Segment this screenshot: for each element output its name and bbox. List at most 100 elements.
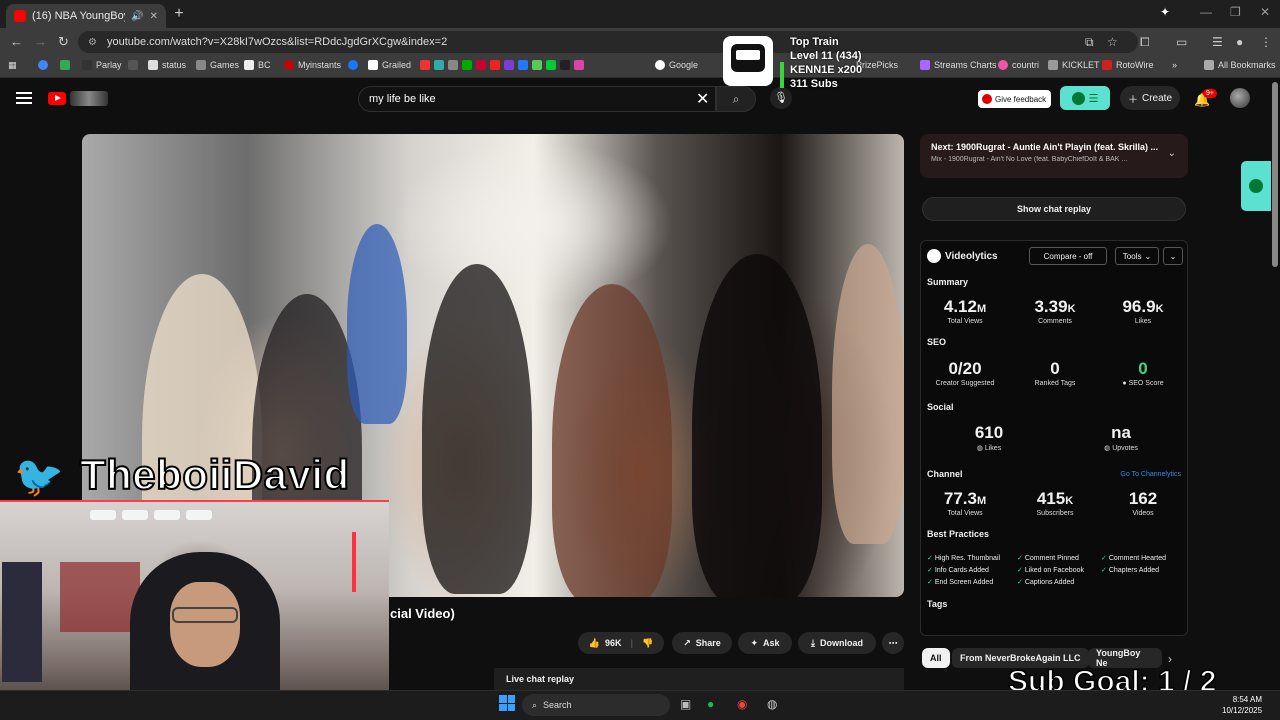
tab-audio-icon[interactable]: 🔊: [131, 11, 143, 22]
new-tab-button[interactable]: +: [170, 5, 188, 23]
bookmark-facebook-icon[interactable]: [348, 60, 358, 70]
twitter-handle: TheboiiDavid: [79, 450, 350, 499]
stat-comments: 3.39K Comments: [1034, 297, 1076, 325]
minimize-button[interactable]: —: [1200, 5, 1212, 19]
voice-search-button[interactable]: 🎙: [770, 87, 792, 109]
bookmark-kicklet[interactable]: KICKLET: [1048, 60, 1100, 70]
thumbs-down-icon[interactable]: 👎: [642, 638, 653, 649]
vidiq-small-logo-icon: ●: [1122, 380, 1127, 387]
taskbar-search[interactable]: ⌕ Search: [522, 694, 670, 716]
system-clock[interactable]: 8:54 AM 10/12/2025: [1222, 694, 1262, 716]
apps-grid-icon[interactable]: ▦: [8, 60, 17, 71]
bookmark-streams-charts[interactable]: Streams Charts: [920, 60, 997, 70]
windows-start-icon[interactable]: [499, 695, 515, 711]
bookmark-countri[interactable]: countri: [998, 60, 1039, 70]
stat-total-views: 4.12M Total Views: [943, 297, 987, 325]
bookmark-star-icon[interactable]: ☆: [1107, 35, 1118, 49]
led-strip: [352, 532, 356, 592]
up-next-card[interactable]: Next: 1900Rugrat - Auntie Ain't Playin (…: [920, 134, 1188, 178]
stat-channel-views: 77.3M Total Views: [943, 489, 987, 517]
bookmarks-overflow-icon[interactable]: »: [1172, 60, 1177, 70]
top-train-overlay: Top Train Level 11 (434) KENN1E x200 311…: [790, 36, 863, 90]
live-chat-replay-header[interactable]: Live chat replay: [494, 668, 904, 690]
share-button[interactable]: ↗ Share: [672, 632, 732, 654]
collapse-panel-button[interactable]: ⌄: [1163, 247, 1183, 265]
notification-count-badge: 9+: [1203, 89, 1217, 98]
more-actions-button[interactable]: ⋯: [882, 632, 904, 654]
create-button[interactable]: ＋ Create: [1120, 86, 1180, 110]
bookmark-google[interactable]: Google: [655, 60, 698, 70]
close-window-button[interactable]: ✕: [1260, 5, 1270, 19]
bookmark-parlay[interactable]: Parlay: [82, 60, 122, 70]
bookmark-games[interactable]: Games: [196, 60, 239, 70]
tools-dropdown[interactable]: Tools ⌄: [1115, 247, 1159, 265]
hex-light: [122, 510, 148, 520]
bookmark-chrome-icon[interactable]: [38, 60, 48, 70]
stat-likes: 96.9K Likes: [1122, 297, 1164, 325]
bookmark-status[interactable]: status: [148, 60, 186, 70]
summary-heading: Summary: [927, 277, 969, 287]
back-button[interactable]: ←: [10, 34, 23, 49]
forward-button[interactable]: →: [34, 34, 47, 49]
chip-scroll-right-icon[interactable]: ›: [1168, 652, 1172, 666]
plus-icon: ＋: [1127, 94, 1138, 106]
chip-all[interactable]: All: [922, 648, 950, 668]
vidiq-side-button[interactable]: [1241, 161, 1271, 211]
all-bookmarks[interactable]: All Bookmarks: [1204, 60, 1276, 70]
browser-tab[interactable]: (16) NBA YoungBoy & Meli 🔊 ✕: [6, 4, 166, 28]
chrome-menu-icon[interactable]: ⋮: [1260, 35, 1272, 49]
reading-list-icon[interactable]: ☰: [1212, 35, 1223, 49]
vidiq-toolbar-button[interactable]: ☰: [1060, 86, 1110, 110]
clear-search-icon[interactable]: ✕: [696, 89, 709, 109]
menu-hamburger-icon[interactable]: [16, 92, 32, 104]
like-count: 96K: [604, 638, 622, 648]
chevron-down-icon: ⌄: [1169, 251, 1177, 261]
app-icon[interactable]: ◍: [767, 697, 777, 711]
spotify-icon[interactable]: ●: [707, 697, 714, 711]
bookmark-tab-icon[interactable]: [60, 60, 70, 70]
like-dislike-group[interactable]: 👍 96K | 👎: [578, 632, 664, 654]
stat-channel-videos: 162 Videos: [1128, 489, 1158, 517]
give-feedback-button[interactable]: Give feedback: [978, 90, 1051, 108]
bookmark-rotowire[interactable]: RotoWire: [1102, 60, 1154, 70]
tags-heading: Tags: [927, 599, 948, 609]
extensions-icon[interactable]: ⧠: [1140, 35, 1150, 50]
thumbs-up-icon[interactable]: 👍: [589, 638, 600, 649]
chrome-icon[interactable]: ◉: [737, 697, 747, 711]
reload-button[interactable]: ↻: [58, 34, 69, 50]
download-button[interactable]: ⤓ Download: [798, 632, 876, 654]
account-avatar[interactable]: [1230, 88, 1250, 108]
maximize-button[interactable]: ❐: [1230, 5, 1241, 19]
bookmarks-bar: ▦ Parlay status Games BC Myinstants Grai…: [0, 56, 1280, 78]
omnibox[interactable]: ⚙ youtube.com/watch?v=X28kI7wOzcs&list=R…: [78, 31, 1138, 53]
task-view-icon[interactable]: ▣: [680, 697, 691, 711]
page-scrollbar[interactable]: [1272, 82, 1278, 267]
bookmark-x-icon[interactable]: [128, 60, 138, 70]
show-chat-replay-button[interactable]: Show chat replay: [922, 197, 1186, 221]
bookmark-grailed[interactable]: Grailed: [368, 60, 411, 70]
stat-upvotes: na ◍ Upvotes: [1104, 423, 1138, 452]
side-panel-icon[interactable]: ▭: [1176, 35, 1187, 49]
site-info-icon[interactable]: ⚙: [88, 37, 97, 48]
reddit-icon: ◍: [1104, 445, 1111, 452]
bookmark-misc-icons[interactable]: [420, 60, 584, 70]
profile-icon[interactable]: ●: [1236, 35, 1243, 49]
search-input[interactable]: my life be like: [358, 86, 716, 112]
download-icon: ⤓: [811, 637, 815, 648]
bookmark-prizepicks[interactable]: PrizePicks: [856, 60, 898, 70]
ask-button[interactable]: ✦ Ask: [738, 632, 792, 654]
vidiq-logo-icon: [1071, 91, 1085, 105]
youtube-logo-icon[interactable]: [48, 92, 66, 105]
share-icon: ↗: [683, 637, 691, 648]
youtube-logo-text[interactable]: [70, 91, 108, 106]
search-button[interactable]: ⌕: [716, 86, 756, 112]
go-to-channelytics-link[interactable]: Go To Channelytics: [1120, 471, 1181, 478]
videolytics-header: Videolytics: [927, 249, 998, 263]
gemini-icon[interactable]: ✦: [1160, 5, 1170, 19]
tab-close-icon[interactable]: ✕: [150, 11, 158, 22]
compare-toggle[interactable]: Compare - off: [1029, 247, 1107, 265]
chevron-down-icon[interactable]: ⌄: [1168, 148, 1176, 159]
install-app-icon[interactable]: ⧉: [1085, 35, 1094, 50]
bookmark-myinstants[interactable]: Myinstants: [284, 60, 341, 70]
bookmark-bc[interactable]: BC: [244, 60, 271, 70]
